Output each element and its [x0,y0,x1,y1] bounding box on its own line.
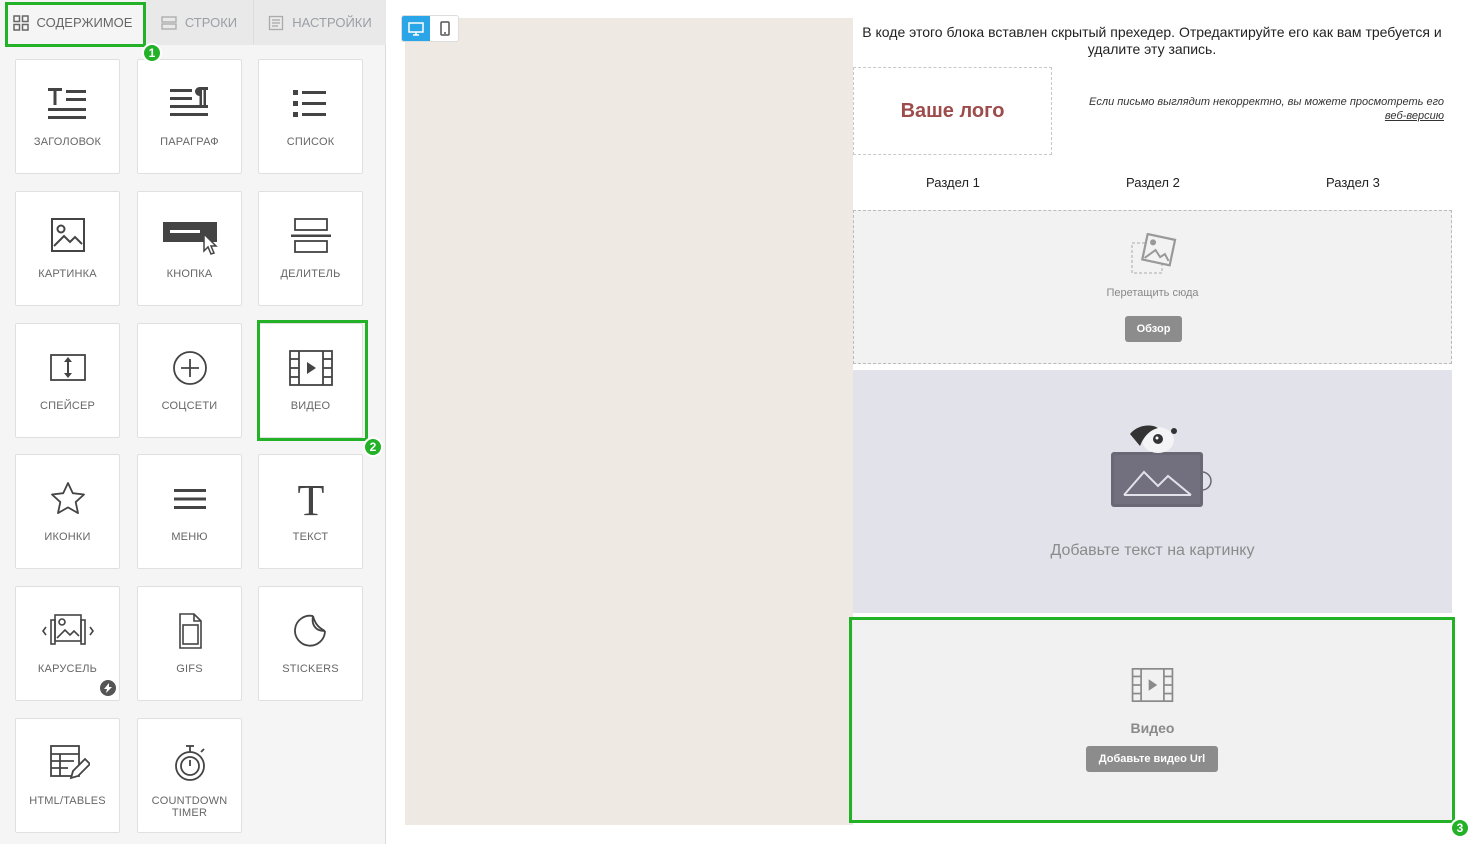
svg-text:T: T [297,477,324,521]
html-tables-icon [16,741,119,785]
content-sidebar: СОДЕРЖИМОЕ СТРОКИ НАСТРОЙКИ ЗАГОЛОВОК ПА… [0,0,386,844]
mobile-icon [440,21,450,36]
tile-heading[interactable]: ЗАГОЛОВОК [15,59,120,174]
desktop-icon [408,21,424,36]
tile-list[interactable]: СПИСОК [258,59,363,174]
logo-placeholder[interactable]: Ваше лого [853,67,1052,155]
tile-stickers[interactable]: STICKERS [258,586,363,701]
image-placeholder-icon [1131,233,1177,274]
tile-gifs[interactable]: GIFS [137,586,242,701]
highlight-tab-content [5,2,146,47]
highlight-tile-video [257,320,368,441]
lightning-icon [100,680,116,696]
mobile-view-button[interactable] [431,16,459,41]
list-icon [259,82,362,126]
image-icon [16,214,119,258]
image-drop-zone[interactable]: Перетащить сюда Обзор [853,210,1452,364]
spacer-icon [16,346,119,390]
tile-label: ДЕЛИТЕЛЬ [280,268,341,280]
device-toggle [401,15,459,42]
tile-image[interactable]: КАРТИНКА [15,191,120,306]
tile-label: СПИСОК [286,136,335,148]
tile-menu[interactable]: МЕНЮ [137,454,242,569]
tile-label: КНОПКА [166,268,213,280]
tile-label: МЕНЮ [171,531,208,543]
timer-icon [138,741,241,785]
web-version-text: Если письмо выглядит некорректно, вы мож… [1089,96,1444,108]
highlight-video-block [849,617,1455,823]
web-version-notice[interactable]: Если письмо выглядит некорректно, вы мож… [1062,95,1444,123]
tile-label: КАРТИНКА [38,268,97,280]
carousel-icon [16,609,119,653]
star-icon [16,477,119,521]
tile-label: HTML/TABLES [29,795,106,807]
browse-button[interactable]: Обзор [1125,316,1182,342]
sticker-icon [259,609,362,653]
tile-label: STICKERS [282,663,339,675]
tile-label: ПАРАГРАФ [160,136,219,148]
nav-item-section-2[interactable]: Раздел 2 [1126,175,1180,190]
tab-settings[interactable]: НАСТРОЙКИ [253,0,386,45]
desktop-view-button[interactable] [402,16,430,41]
annotation-badge-3: 3 [1450,818,1470,838]
image-overlay-text[interactable]: Добавьте текст на картинку [853,542,1452,560]
dog-illustration-icon [1111,425,1212,507]
drop-text: Перетащить сюда [1106,287,1199,299]
tab-settings-label: НАСТРОЙКИ [292,15,372,30]
nav-item-section-1[interactable]: Раздел 1 [926,175,980,190]
tab-rows-label: СТРОКИ [184,15,238,30]
title-icon [16,82,119,126]
preheader-text[interactable]: В коде этого блока вставлен скрытый прех… [852,24,1452,58]
annotation-badge-1: 1 [142,43,162,63]
rows-icon [161,15,177,31]
button-icon [138,214,241,258]
social-icon [138,346,241,390]
divider-icon [259,214,362,258]
gif-icon [138,609,241,653]
nav-item-section-3[interactable]: Раздел 3 [1326,175,1380,190]
tile-label: ТЕКСТ [292,531,329,543]
tile-paragraph[interactable]: ПАРАГРАФ [137,59,242,174]
background-image-block[interactable]: Добавьте текст на картинку [853,370,1452,613]
text-icon: T [259,477,362,521]
tile-label: КАРУСЕЛЬ [37,663,98,675]
tile-social[interactable]: СОЦСЕТИ [137,323,242,438]
tile-button[interactable]: КНОПКА [137,191,242,306]
tile-label: СОЦСЕТИ [161,400,218,412]
tile-spacer[interactable]: СПЕЙСЕР [15,323,120,438]
tab-rows[interactable]: СТРОКИ [145,0,253,45]
tile-label: СПЕЙСЕР [39,400,96,412]
tile-html-tables[interactable]: HTML/TABLES [15,718,120,833]
settings-icon [268,15,284,31]
annotation-badge-2: 2 [363,437,383,457]
menu-icon [138,477,241,521]
tile-label: GIFS [176,663,203,675]
tile-divider[interactable]: ДЕЛИТЕЛЬ [258,191,363,306]
web-version-link[interactable]: веб-версию [1385,110,1444,122]
tile-countdown-timer[interactable]: COUNTDOWN TIMER [137,718,242,833]
tile-icons[interactable]: ИКОНКИ [15,454,120,569]
tile-label: ЗАГОЛОВОК [33,136,102,148]
tile-carousel[interactable]: КАРУСЕЛЬ [15,586,120,701]
tile-label: ИКОНКИ [44,531,91,543]
tile-label: COUNTDOWN TIMER [151,795,228,819]
tile-text[interactable]: T ТЕКСТ [258,454,363,569]
paragraph-icon [138,82,241,126]
